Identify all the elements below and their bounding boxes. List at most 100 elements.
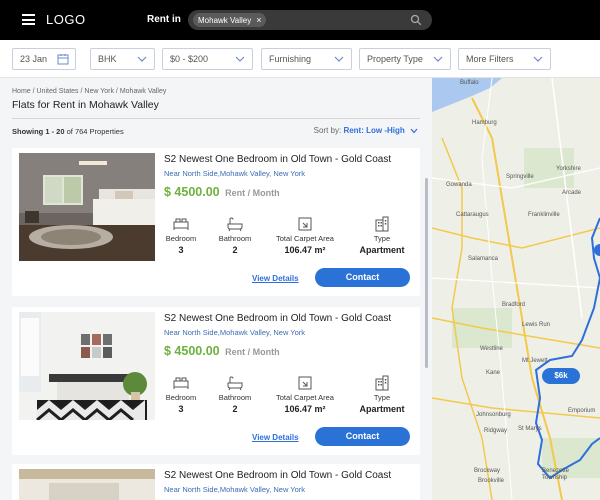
price-filter[interactable]: $0 - $200 (162, 48, 253, 70)
date-filter-label: 23 Jan (20, 54, 48, 64)
listing-address: Near North Side,Mohawk Valley, New York (164, 328, 306, 337)
feature-bathroom: Bathroom 2 (215, 375, 255, 414)
more-filters[interactable]: More Filters (458, 48, 551, 70)
logo[interactable]: LOGO (46, 12, 86, 27)
bhk-filter[interactable]: BHK (90, 48, 155, 70)
price-filter-label: $0 - $200 (170, 54, 209, 64)
price-value: $ 4500.00 (164, 344, 220, 358)
location-chip[interactable]: Mohawk Valley × (193, 13, 267, 27)
map-view[interactable]: Buffalo Hamburg Springville Yorkshire Go… (432, 78, 600, 500)
listing-title[interactable]: S2 Newest One Bedroom in Old Town - Gold… (164, 313, 391, 324)
map-label-emporium: Emporium (568, 408, 596, 414)
feature-value: 2 (232, 245, 238, 255)
map-label-hamburg: Hamburg (472, 120, 497, 126)
listing-card[interactable]: S2 Newest One Bedroom in Old Town - Gold… (12, 464, 420, 500)
price-period: Rent / Month (225, 188, 280, 198)
property-type-filter[interactable]: Property Type (359, 48, 451, 70)
listing-price: $ 4500.00 Rent / Month (164, 185, 280, 199)
map-label-ridgway: Ridgway (484, 428, 508, 434)
view-details-link[interactable]: View Details (252, 274, 299, 283)
map-label-gowanda: Gowanda (446, 182, 472, 188)
map-label-franklinville: Franklinville (528, 212, 560, 218)
listing-address: Near North Side,Mohawk Valley, New York (164, 169, 306, 178)
listing-photo[interactable] (19, 153, 155, 261)
feature-label: Total Carpet Area (276, 393, 334, 402)
chevron-down-icon (433, 56, 443, 62)
feature-value: 106.47 m² (284, 404, 326, 414)
furnishing-filter[interactable]: Furnishing (261, 48, 352, 70)
top-bar: LOGO Rent in Mohawk Valley × (0, 0, 600, 40)
rent-in-label: Rent in (147, 14, 181, 25)
listing-card[interactable]: S2 Newest One Bedroom in Old Town - Gold… (12, 148, 420, 296)
listing-address: Near North Side,Mohawk Valley, New York (164, 485, 306, 494)
breadcrumb: Home / United States / New York / Mohawk… (12, 88, 167, 95)
feature-value: Apartment (359, 245, 405, 255)
feature-value: 106.47 m² (284, 245, 326, 255)
contact-button[interactable]: Contact (315, 268, 410, 287)
area-icon (298, 376, 312, 390)
feature-bedroom: Bedroom 3 (164, 216, 198, 255)
results-count: Showing 1 - 20 of 764 Properties (12, 127, 124, 136)
feature-bedroom: Bedroom 3 (164, 375, 198, 414)
listing-price: $ 4500.00 Rent / Month (164, 344, 280, 358)
scrollbar[interactable] (425, 178, 428, 368)
map-label-benezette: Benezette Township (542, 468, 570, 481)
results-panel: Home / United States / New York / Mohawk… (0, 78, 432, 500)
chevron-down-icon (533, 56, 543, 62)
divider (12, 118, 420, 119)
sort-control[interactable]: Sort by: Rent: Low -High (314, 126, 418, 135)
map-label-johnsonburg: Johnsonburg (476, 412, 511, 418)
map-label-st-marys: St Marys (518, 426, 542, 432)
feature-bathroom: Bathroom 2 (215, 216, 255, 255)
map-label-lewis-run: Lewis Run (522, 322, 551, 328)
chip-remove-icon[interactable]: × (256, 15, 261, 25)
bathtub-icon (227, 376, 243, 391)
breadcrumb-item[interactable]: New York (84, 88, 114, 95)
chevron-down-icon (235, 56, 245, 62)
feature-value: 3 (178, 245, 184, 255)
map-label-arcade: Arcade (562, 190, 582, 196)
page-title: Flats for Rent in Mohawk Valley (12, 99, 159, 111)
feature-label: Bathroom (218, 393, 252, 402)
listing-photo[interactable] (19, 469, 155, 500)
contact-button[interactable]: Contact (315, 427, 410, 446)
map-label-mt-jewett: Mt Jewett (522, 358, 548, 364)
map-label-kane: Kane (486, 370, 501, 376)
map-label-yorkshire: Yorkshire (556, 166, 581, 172)
location-search-input[interactable]: Mohawk Valley × (188, 10, 432, 30)
map-label-bradford: Bradford (502, 302, 526, 308)
listing-title[interactable]: S2 Newest One Bedroom in Old Town - Gold… (164, 470, 391, 481)
feature-label: Bathroom (218, 234, 252, 243)
date-filter[interactable]: 23 Jan (12, 48, 76, 70)
feature-value: 2 (232, 404, 238, 414)
map-price-badge[interactable]: $6k (542, 368, 580, 384)
bathtub-icon (227, 217, 243, 232)
menu-icon[interactable] (22, 14, 35, 25)
feature-value: Apartment (359, 404, 405, 414)
listing-card[interactable]: S2 Newest One Bedroom in Old Town - Gold… (12, 307, 420, 455)
view-details-link[interactable]: View Details (252, 433, 299, 442)
breadcrumb-item[interactable]: United States (37, 88, 79, 95)
feature-label: Total Carpet Area (276, 234, 334, 243)
calendar-icon (57, 54, 69, 65)
listing-photo[interactable] (19, 312, 155, 420)
feature-label: Type (373, 393, 391, 402)
breadcrumb-item[interactable]: Home (12, 88, 31, 95)
chevron-down-icon (334, 56, 344, 62)
map-label-brookville: Brookville (478, 478, 505, 484)
map-label-buffalo: Buffalo (460, 80, 479, 86)
map-label-cattaraugus: Cattaraugus (456, 212, 489, 218)
bed-icon (173, 377, 189, 389)
sort-value[interactable]: Rent: Low -High (343, 126, 404, 135)
search-icon[interactable] (410, 14, 422, 26)
furnishing-filter-label: Furnishing (269, 54, 312, 64)
feature-area: Total Carpet Area 106.47 m² (271, 375, 339, 414)
area-icon (298, 217, 312, 231)
feature-label: Bedroom (165, 234, 197, 243)
building-icon (375, 216, 389, 232)
map-label-salamanca: Salamanca (468, 256, 499, 262)
map-label-westline: Westline (480, 346, 503, 352)
filter-bar: 23 Jan BHK $0 - $200 Furnishing Property… (0, 40, 600, 78)
feature-value: 3 (178, 404, 184, 414)
listing-title[interactable]: S2 Newest One Bedroom in Old Town - Gold… (164, 154, 391, 165)
